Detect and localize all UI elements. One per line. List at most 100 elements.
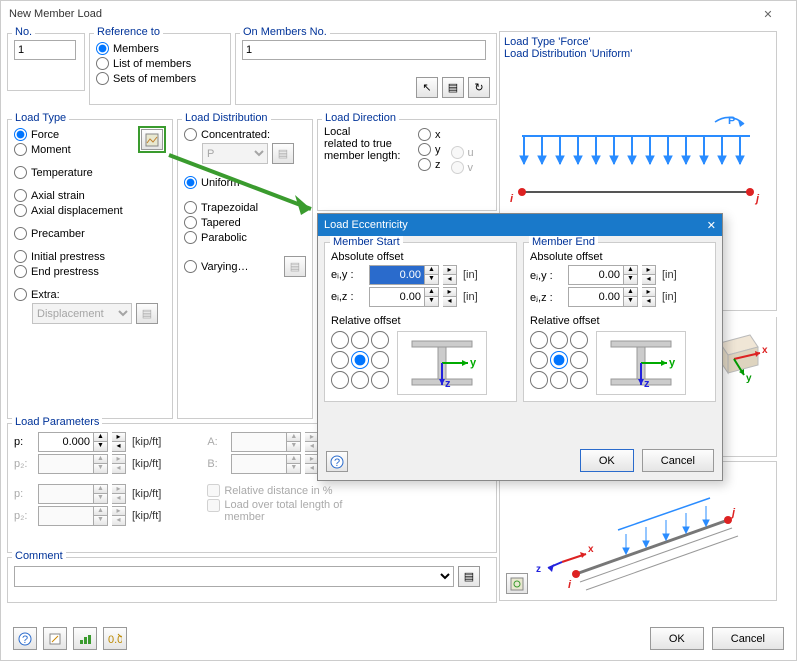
no-input[interactable]: [14, 40, 76, 60]
svg-text:j: j: [730, 507, 736, 519]
close-icon[interactable]: ✕: [748, 8, 788, 21]
concentrated-combo: P: [202, 143, 268, 164]
eiz-input[interactable]: [369, 287, 425, 307]
edit-icon[interactable]: [43, 627, 67, 650]
window-title: New Member Load: [9, 8, 102, 20]
svg-text:z: z: [644, 378, 650, 390]
param-p4-input: [38, 506, 94, 526]
radio-precamber[interactable]: Precamber: [14, 227, 166, 240]
radio-tapered[interactable]: Tapered: [184, 216, 306, 229]
popup-help-icon[interactable]: ?: [326, 451, 348, 472]
svg-text:z: z: [536, 564, 541, 575]
beam-3d-icon: i j x z: [500, 462, 778, 602]
comment-combo[interactable]: [14, 566, 454, 587]
radio-sets-of-members[interactable]: Sets of members: [96, 72, 224, 85]
help-icon[interactable]: ?: [13, 627, 37, 650]
ejy-input[interactable]: [568, 265, 624, 285]
popup-titlebar: Load Eccentricity ✕: [318, 214, 722, 236]
legend-on-members: On Members No.: [240, 26, 330, 38]
group-member-end: Member End Absolute offset eⱼ,y : ▲▼ ▸◂ …: [523, 242, 716, 402]
preview-line2: Load Distribution 'Uniform': [504, 48, 772, 60]
title-bar: New Member Load ✕: [1, 1, 796, 27]
param-p1-input[interactable]: [38, 432, 94, 452]
svg-text:y: y: [470, 357, 477, 369]
relative-offset-start-grid[interactable]: [331, 331, 389, 389]
group-on-members: On Members No. ↖ ▤ ↻: [235, 33, 497, 105]
legend-comment: Comment: [12, 550, 66, 562]
group-no: No.: [7, 33, 85, 91]
radio-list-of-members[interactable]: List of members: [96, 57, 224, 70]
svg-text:i: i: [568, 579, 572, 591]
svg-text:y: y: [746, 373, 752, 384]
legend-load-dir: Load Direction: [322, 112, 399, 124]
param-b-input: [231, 454, 287, 474]
svg-text:i: i: [510, 193, 514, 205]
section-start-icon: y z: [397, 331, 487, 395]
group-member-start: Member Start Absolute offset eᵢ,y : ▲▼ ▸…: [324, 242, 517, 402]
pick-members-icon[interactable]: ↖: [416, 77, 438, 98]
group-comment: Comment ▤: [7, 557, 497, 603]
local-label: Local related to true member length:: [324, 126, 408, 176]
group-load-type: Load Type Force Moment Temperature Axial…: [7, 119, 173, 419]
extra-combo: Displacement: [32, 303, 132, 324]
preview-line1: Load Type 'Force': [504, 36, 772, 48]
comment-library-icon[interactable]: ▤: [458, 566, 480, 587]
param-a-input: [231, 432, 287, 452]
popup-load-eccentricity: Load Eccentricity ✕ Member Start Absolut…: [317, 213, 723, 481]
check-total-length: Load over total length of member: [207, 499, 364, 523]
svg-text:z: z: [445, 378, 451, 390]
picture-icon: [145, 133, 159, 147]
radio-end-prestress[interactable]: End prestress: [14, 265, 166, 278]
legend-load-type: Load Type: [12, 112, 69, 124]
radio-dir-u: u: [451, 146, 474, 159]
radio-uniform[interactable]: Uniform: [184, 176, 306, 189]
svg-text:x: x: [588, 544, 594, 555]
chart-icon[interactable]: [73, 627, 97, 650]
relative-offset-end-grid[interactable]: [530, 331, 588, 389]
group-load-dir: Load Direction Local related to true mem…: [317, 119, 497, 211]
footer-toolbar: ? 0.00: [13, 627, 127, 650]
param-p2-input: [38, 454, 94, 474]
legend-no: No.: [12, 26, 35, 38]
radio-parabolic[interactable]: Parabolic: [184, 231, 306, 244]
legend-reference: Reference to: [94, 26, 163, 38]
ok-button[interactable]: OK: [650, 627, 704, 650]
popup-close-icon[interactable]: ✕: [707, 219, 716, 232]
radio-trapezoidal[interactable]: Trapezoidal: [184, 201, 306, 214]
load-type-info-icon[interactable]: [141, 129, 163, 150]
on-members-input[interactable]: [242, 40, 486, 60]
popup-ok-button[interactable]: OK: [580, 449, 634, 472]
radio-members[interactable]: Members: [96, 42, 224, 55]
popup-title-text: Load Eccentricity: [324, 219, 408, 231]
concentrated-info-icon: ▤: [272, 143, 294, 164]
list-members-icon[interactable]: ▤: [442, 77, 464, 98]
load-3d-preview: i j x z: [499, 461, 777, 601]
svg-text:y: y: [669, 357, 676, 369]
radio-temperature[interactable]: Temperature: [14, 166, 166, 179]
radio-dir-x[interactable]: x: [418, 128, 441, 141]
preview-refresh-icon[interactable]: [506, 573, 528, 594]
cancel-button[interactable]: Cancel: [712, 627, 784, 650]
radio-concentrated[interactable]: Concentrated:: [184, 128, 306, 141]
redo-icon[interactable]: ↻: [468, 77, 490, 98]
popup-cancel-button[interactable]: Cancel: [642, 449, 714, 472]
group-reference: Reference to Members List of members Set…: [89, 33, 231, 105]
svg-text:x: x: [762, 345, 768, 356]
radio-initial-prestress[interactable]: Initial prestress: [14, 250, 166, 263]
footer-buttons: OK Cancel: [650, 627, 784, 650]
units-icon[interactable]: 0.00: [103, 627, 127, 650]
svg-text:?: ?: [334, 457, 340, 469]
ejz-input[interactable]: [568, 287, 624, 307]
radio-dir-z[interactable]: z: [418, 158, 441, 171]
eiy-input[interactable]: [369, 265, 425, 285]
legend-load-dist: Load Distribution: [182, 112, 271, 124]
legend-load-params: Load Parameters: [12, 416, 102, 428]
radio-dir-y[interactable]: y: [418, 143, 441, 156]
extra-info-icon: ▤: [136, 303, 158, 324]
radio-varying[interactable]: Varying…: [184, 260, 248, 273]
radio-axial-strain[interactable]: Axial strain: [14, 189, 166, 202]
radio-extra[interactable]: Extra:: [14, 288, 166, 301]
svg-text:j: j: [754, 193, 760, 205]
check-relative-distance: Relative distance in %: [207, 484, 364, 497]
radio-axial-displacement[interactable]: Axial displacement: [14, 204, 166, 217]
